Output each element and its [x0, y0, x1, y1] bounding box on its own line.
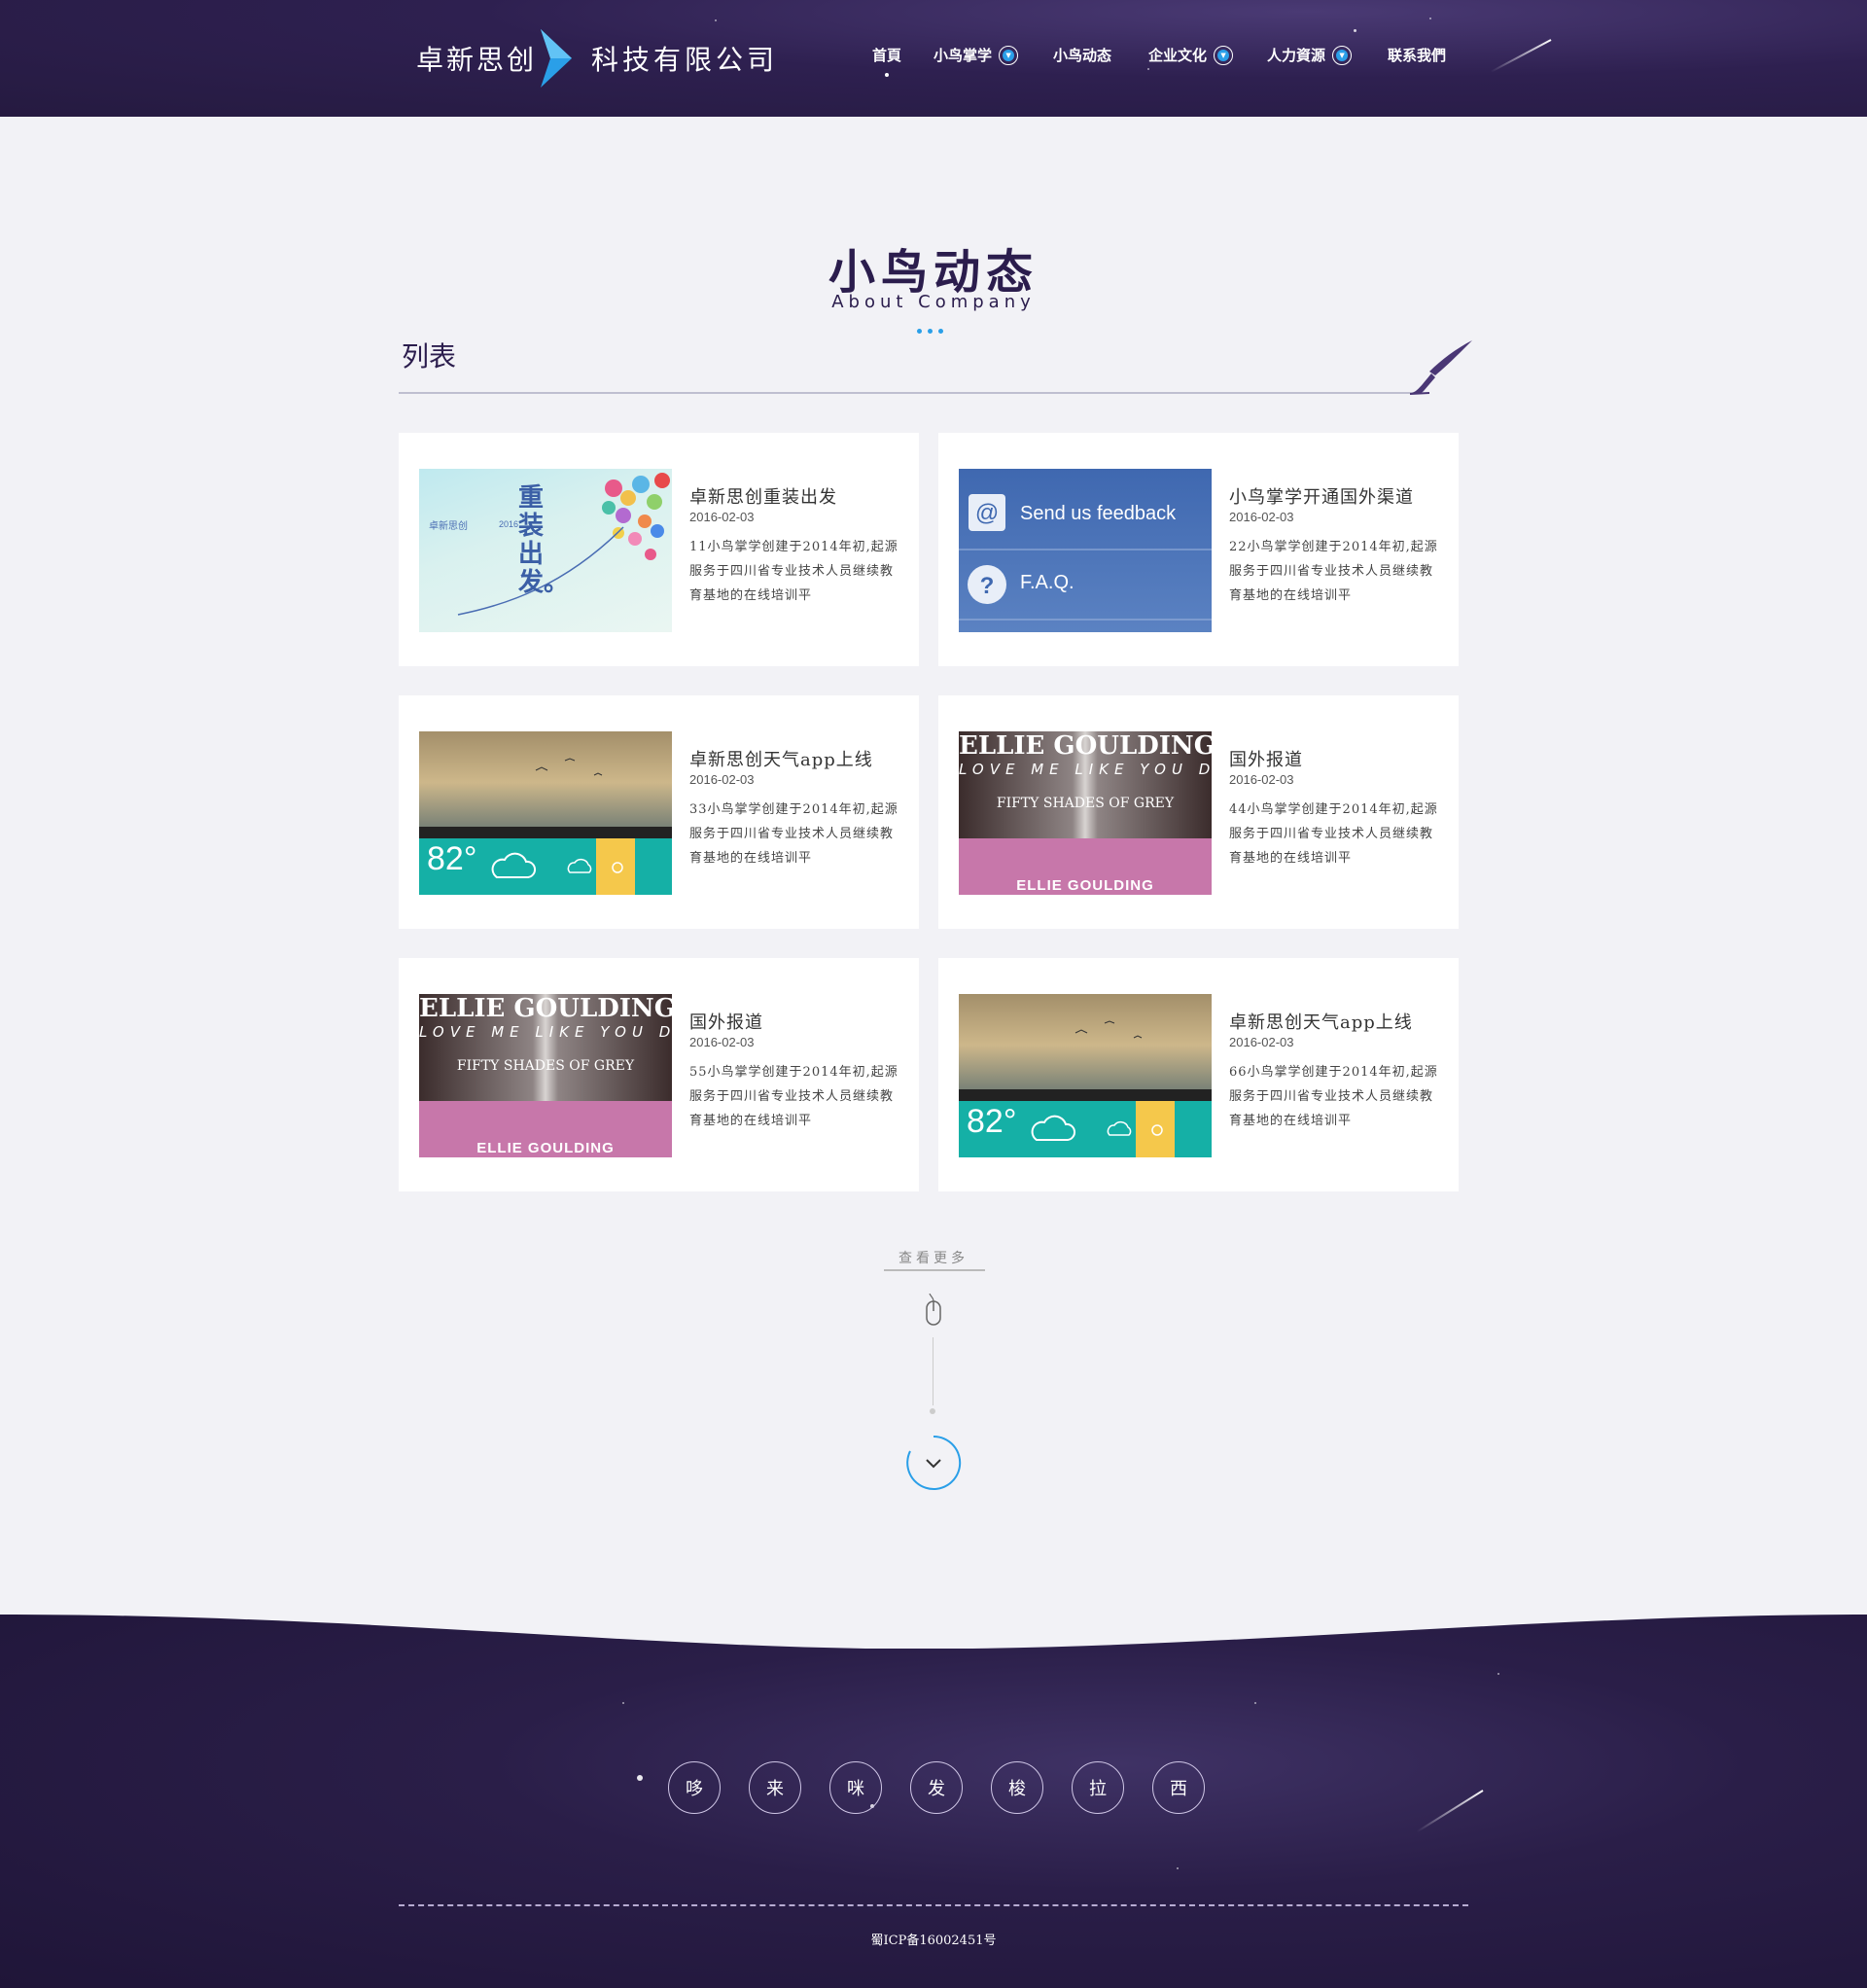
- logo-chevron-icon: [541, 29, 572, 88]
- news-excerpt: 11小鸟掌学创建于2014年初,起源服务于四川省专业技术人员继续教育基地的在线培…: [689, 540, 898, 603]
- news-card[interactable]: 卓新思创 2016 重装出发。 卓新思创重装出发 2016-02-03 11小鸟…: [399, 433, 919, 666]
- star-decoration: [637, 1775, 643, 1781]
- news-title[interactable]: 国外报道: [1229, 746, 1303, 771]
- star-decoration: [622, 1702, 624, 1704]
- star-decoration: [1429, 18, 1431, 19]
- footer-button-sol[interactable]: 梭: [991, 1761, 1043, 1814]
- mouse-icon: [926, 1294, 941, 1326]
- faq-feedback-text: Send us feedback: [1020, 503, 1177, 524]
- brush-icon: [1410, 340, 1472, 395]
- footer-button-mi[interactable]: 咪: [829, 1761, 882, 1814]
- news-thumbnail[interactable]: ELLIE GOULDING LOVE ME LIKE YOU DO FIFTY…: [959, 731, 1212, 895]
- news-thumbnail[interactable]: 82°: [959, 994, 1212, 1157]
- footer-button-si[interactable]: 西: [1152, 1761, 1205, 1814]
- news-thumbnail[interactable]: ELLIE GOULDING LOVE ME LIKE YOU DO FIFTY…: [419, 994, 672, 1157]
- chevron-down-icon[interactable]: ▼: [999, 45, 1019, 65]
- news-excerpt: 55小鸟掌学创建于2014年初,起源服务于四川省专业技术人员继续教育基地的在线培…: [689, 1065, 898, 1128]
- news-thumbnail[interactable]: 卓新思创 2016 重装出发。: [419, 469, 672, 632]
- balloon-brand: 卓新思创: [429, 521, 468, 532]
- view-more-underline: [884, 1269, 985, 1271]
- star-decoration: [1177, 1867, 1179, 1869]
- star-decoration: [1354, 29, 1356, 32]
- footer-button-re[interactable]: 来: [749, 1761, 801, 1814]
- logo-text-left[interactable]: 卓新思创: [416, 39, 537, 78]
- footer-wave: [0, 1610, 1867, 1649]
- footer-divider: [399, 1904, 1468, 1906]
- news-date: 2016-02-03: [1229, 772, 1294, 787]
- news-excerpt: 22小鸟掌学创建于2014年初,起源服务于四川省专业技术人员继续教育基地的在线培…: [1229, 540, 1438, 603]
- news-excerpt: 66小鸟掌学创建于2014年初,起源服务于四川省专业技术人员继续教育基地的在线培…: [1229, 1065, 1438, 1128]
- star-decoration: [1147, 68, 1149, 70]
- footer-button-fa[interactable]: 发: [910, 1761, 963, 1814]
- news-title[interactable]: 国外报道: [689, 1009, 763, 1034]
- chevron-down-icon[interactable]: ▼: [1332, 45, 1353, 65]
- news-card[interactable]: ELLIE GOULDING LOVE ME LIKE YOU DO FIFTY…: [938, 695, 1459, 929]
- nav-label: 小鸟动态: [1053, 47, 1112, 64]
- divider: [399, 392, 1415, 394]
- weather-art: [1031, 1020, 1163, 1141]
- shooting-star: [1416, 1790, 1484, 1833]
- star-decoration: [1497, 1673, 1499, 1675]
- nav-human-resources[interactable]: 人力資源 ▼: [1267, 45, 1353, 65]
- footer-button-do[interactable]: 哆: [668, 1761, 721, 1814]
- shooting-star: [1490, 39, 1552, 73]
- news-date: 2016-02-03: [1229, 510, 1294, 524]
- ellie-name: ELLIE GOULDING: [419, 994, 672, 1023]
- star-decoration: [1254, 1702, 1256, 1704]
- ellie-name: ELLIE GOULDING: [959, 731, 1212, 761]
- faq-art: @ ?: [959, 494, 1212, 621]
- page-subtitle: About Company: [831, 292, 1036, 312]
- news-title[interactable]: 卓新思创天气app上线: [1229, 1009, 1413, 1034]
- icp-license[interactable]: 蜀ICP备16002451号: [0, 1930, 1867, 1948]
- news-excerpt: 44小鸟掌学创建于2014年初,起源服务于四川省专业技术人员继续教育基地的在线培…: [1229, 802, 1438, 866]
- news-card[interactable]: 82° 卓新思创天气app上线 2016-02-03 33小鸟掌学创建于2014…: [399, 695, 919, 929]
- nav-contact[interactable]: 联系我們: [1388, 45, 1446, 65]
- nav-home[interactable]: 首頁: [872, 45, 901, 65]
- svg-text:?: ?: [980, 573, 995, 599]
- nav-label: 联系我們: [1388, 47, 1447, 64]
- nav-corporate-culture[interactable]: 企业文化 ▼: [1148, 45, 1234, 65]
- scroll-dot: [930, 1408, 935, 1414]
- ellie-tagline: LOVE ME LIKE YOU DO: [419, 1023, 672, 1041]
- scroll-line: [933, 1337, 934, 1405]
- news-excerpt: 33小鸟掌学创建于2014年初,起源服务于四川省专业技术人员继续教育基地的在线培…: [689, 802, 898, 866]
- ellie-tagline: LOVE ME LIKE YOU DO: [959, 761, 1212, 778]
- news-title[interactable]: 卓新思创天气app上线: [689, 746, 873, 771]
- weather-art: [491, 758, 623, 878]
- title-dots: [917, 329, 943, 334]
- news-date: 2016-02-03: [689, 1035, 755, 1049]
- logo-text-right[interactable]: 科技有限公司: [591, 39, 778, 78]
- ellie-footer-name: ELLIE GOULDING: [1016, 877, 1154, 894]
- news-date: 2016-02-03: [1229, 1035, 1294, 1049]
- ellie-footer-name: ELLIE GOULDING: [476, 1140, 615, 1156]
- ellie-movie: FIFTY SHADES OF GREY: [996, 796, 1175, 811]
- balloon-year: 2016: [499, 519, 519, 529]
- news-title[interactable]: 小鸟掌学开通国外渠道: [1229, 483, 1414, 509]
- news-date: 2016-02-03: [689, 772, 755, 787]
- star-decoration: [715, 19, 717, 21]
- list-label: 列表: [402, 340, 457, 373]
- news-thumbnail[interactable]: 82°: [419, 731, 672, 895]
- news-date: 2016-02-03: [689, 510, 755, 524]
- active-indicator: [885, 73, 889, 77]
- svg-text:@: @: [975, 500, 999, 526]
- ellie-movie: FIFTY SHADES OF GREY: [456, 1058, 635, 1074]
- faq-label: F.A.Q.: [1020, 572, 1074, 593]
- news-card[interactable]: ELLIE GOULDING LOVE ME LIKE YOU DO FIFTY…: [399, 958, 919, 1191]
- news-title[interactable]: 卓新思创重装出发: [689, 483, 837, 509]
- chevron-down-icon[interactable]: [904, 1434, 963, 1492]
- news-card[interactable]: 82° 卓新思创天气app上线 2016-02-03 66小鸟掌学创建于2014…: [938, 958, 1459, 1191]
- nav-xiaoniao-zhangxue[interactable]: 小鸟掌学 ▼: [934, 45, 1019, 65]
- news-card[interactable]: @ ? Send us feedback F.A.Q. 小鸟掌学开通国外渠道 2…: [938, 433, 1459, 666]
- balloon-headline: 重装出发。: [518, 483, 570, 597]
- nav-xiaoniao-dongtai[interactable]: 小鸟动态: [1053, 45, 1111, 65]
- nav-label: 小鸟掌学: [934, 47, 993, 64]
- nav-label: 企业文化: [1148, 47, 1208, 64]
- footer-button-la[interactable]: 拉: [1072, 1761, 1124, 1814]
- view-more-link[interactable]: 查看更多: [0, 1248, 1867, 1267]
- news-thumbnail[interactable]: @ ? Send us feedback F.A.Q.: [959, 469, 1212, 632]
- nav-label: 首頁: [872, 47, 902, 64]
- chevron-down-icon[interactable]: ▼: [1214, 45, 1234, 65]
- nav-label: 人力資源: [1267, 47, 1326, 64]
